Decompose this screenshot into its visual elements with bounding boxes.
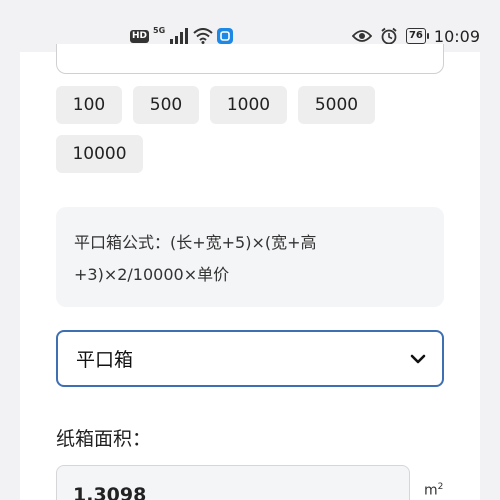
formula-line-1: 平口箱公式：(长+宽+5)×(宽+高 — [74, 233, 317, 252]
quantity-chip-100[interactable]: 100 — [56, 86, 122, 124]
formula-box: 平口箱公式：(长+宽+5)×(宽+高 +3)×2/10000×单价 — [56, 207, 444, 307]
wifi-icon — [193, 28, 213, 44]
formula-line-2: +3)×2/10000×单价 — [74, 265, 230, 284]
area-unit-sup: 2 — [437, 482, 444, 492]
calculator-panel: 100 500 1000 5000 10000 平口箱公式：(长+宽+5)×(宽… — [20, 44, 480, 500]
quantity-chip-5000[interactable]: 5000 — [298, 86, 375, 124]
area-unit: m2 — [424, 482, 443, 499]
eye-icon — [351, 30, 372, 42]
quantity-input[interactable] — [56, 44, 444, 74]
chevron-down-icon — [410, 354, 426, 363]
quantity-chip-10000[interactable]: 10000 — [56, 135, 143, 173]
battery-icon: 76 — [405, 28, 429, 44]
area-value: 1.3098 — [73, 484, 147, 500]
box-type-select[interactable]: 平口箱 — [56, 330, 444, 387]
clock: 10:09 — [433, 26, 480, 46]
hd-icon: HD — [130, 29, 150, 43]
app-notification-icon — [217, 28, 234, 44]
signal-icon — [170, 28, 189, 44]
quantity-chip-500[interactable]: 500 — [133, 86, 199, 124]
box-type-select-value: 平口箱 — [76, 349, 134, 371]
area-result-field: 1.3098 — [56, 465, 410, 500]
network-type-label: 5G — [153, 26, 166, 35]
area-unit-base: m — [424, 482, 438, 499]
quantity-chip-1000[interactable]: 1000 — [210, 86, 287, 124]
area-label: 纸箱面积： — [56, 428, 152, 450]
alarm-icon — [381, 27, 397, 45]
